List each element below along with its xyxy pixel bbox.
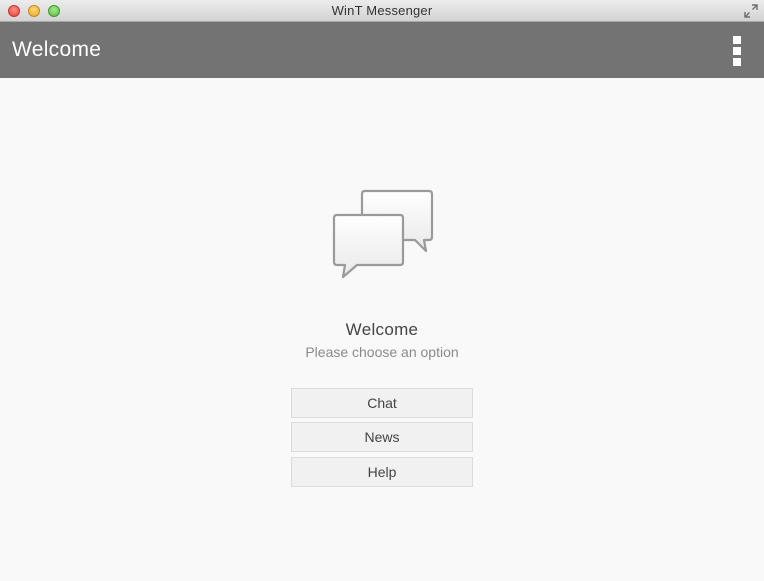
window-title: WinT Messenger: [331, 3, 433, 18]
news-button[interactable]: News: [291, 422, 473, 452]
overflow-menu-icon[interactable]: [730, 36, 744, 66]
menu-dot: [733, 47, 741, 55]
welcome-subheading: Please choose an option: [305, 344, 459, 360]
app-header: Welcome: [0, 22, 764, 78]
page-title: Welcome: [12, 38, 102, 61]
window-titlebar: WinT Messenger: [0, 0, 764, 22]
menu-dot: [733, 58, 741, 66]
help-button[interactable]: Help: [291, 457, 473, 487]
chat-bubbles-icon: [332, 189, 434, 279]
app-window: WinT Messenger Welcome Welcome Please ch…: [0, 0, 764, 581]
menu-dot: [733, 36, 741, 44]
welcome-heading: Welcome: [345, 320, 419, 339]
fullscreen-icon[interactable]: [744, 4, 758, 18]
chat-button[interactable]: Chat: [291, 388, 473, 418]
